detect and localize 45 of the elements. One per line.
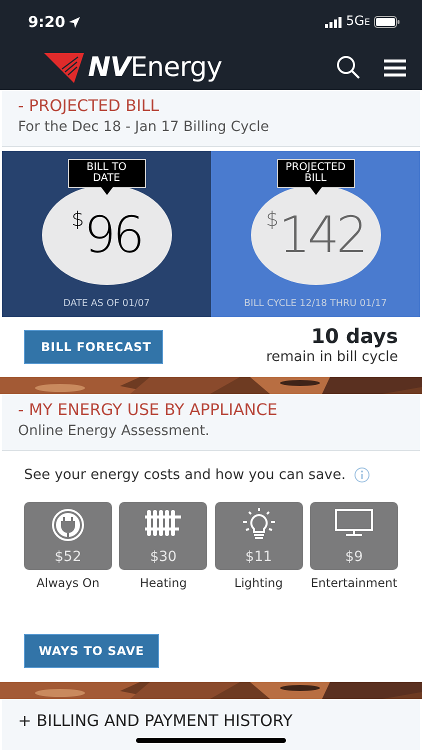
appliance-tile[interactable]: $9 <box>310 502 398 570</box>
bill-label: PROJECTED BILL <box>276 158 354 188</box>
battery-icon <box>374 16 400 28</box>
monitor-icon <box>334 508 374 538</box>
brand-logo: NVEnergy <box>88 54 222 80</box>
pointer-icon <box>100 186 112 195</box>
section-title: - MY ENERGY USE BY APPLIANCE <box>18 400 278 421</box>
appliance-tile[interactable]: $30 <box>119 502 208 570</box>
search-icon <box>336 55 360 80</box>
days-count: 10 days <box>310 325 398 348</box>
ways-to-save-button[interactable]: WAYS TO SAVE <box>24 634 159 668</box>
section-subtitle: Online Energy Assessment. <box>18 422 211 441</box>
appliance-label: Heating <box>138 574 188 592</box>
pointer-icon <box>310 186 322 195</box>
bill-forecast-button[interactable]: BILL FORECAST <box>24 330 163 364</box>
logo-icon <box>44 51 84 83</box>
days-caption: remain in bill cycle <box>266 348 398 368</box>
radiator-icon <box>143 508 184 538</box>
appliance-tile[interactable]: $52 <box>24 502 112 570</box>
search-button[interactable] <box>336 54 360 80</box>
bill-date-note: DATE AS OF 01/07 <box>63 296 150 311</box>
appliance-label: Entertainment <box>310 574 398 592</box>
menu-icon <box>384 58 406 77</box>
network-label: E <box>364 17 370 30</box>
appliance-cost: $52 <box>54 548 82 567</box>
bill-date-note: BILL CYCLE 12/18 THRU 01/17 <box>244 296 387 311</box>
bill-label: BILL TO DATE <box>68 158 146 188</box>
section-title: + BILLING AND PAYMENT HISTORY <box>18 710 294 732</box>
bill-amount: $^{$}$96 <box>71 210 142 260</box>
appliance-cost: $11 <box>245 548 272 567</box>
bill-amount: $^{$}$142 <box>266 210 366 260</box>
intro-text: See your energy costs and how you can save. <box>24 466 346 485</box>
status-time: 9:20 <box>28 12 66 33</box>
section-subtitle: For the Dec 18 - Jan 17 Billing Cycle <box>18 118 270 137</box>
network-label: 5G <box>346 13 364 32</box>
appliance-label: Always On <box>36 574 100 592</box>
section-title: - PROJECTED BILL <box>18 96 160 117</box>
appliance-label: Lighting <box>233 574 284 592</box>
appliance-cost: $30 <box>150 548 177 567</box>
appliance-tile[interactable]: $11 <box>214 502 303 570</box>
plug-icon <box>51 508 85 542</box>
light-bulb-icon <box>240 508 277 542</box>
location-arrow-icon <box>69 16 80 28</box>
appliance-cost: $9 <box>345 548 363 567</box>
signal-icon <box>324 16 342 28</box>
